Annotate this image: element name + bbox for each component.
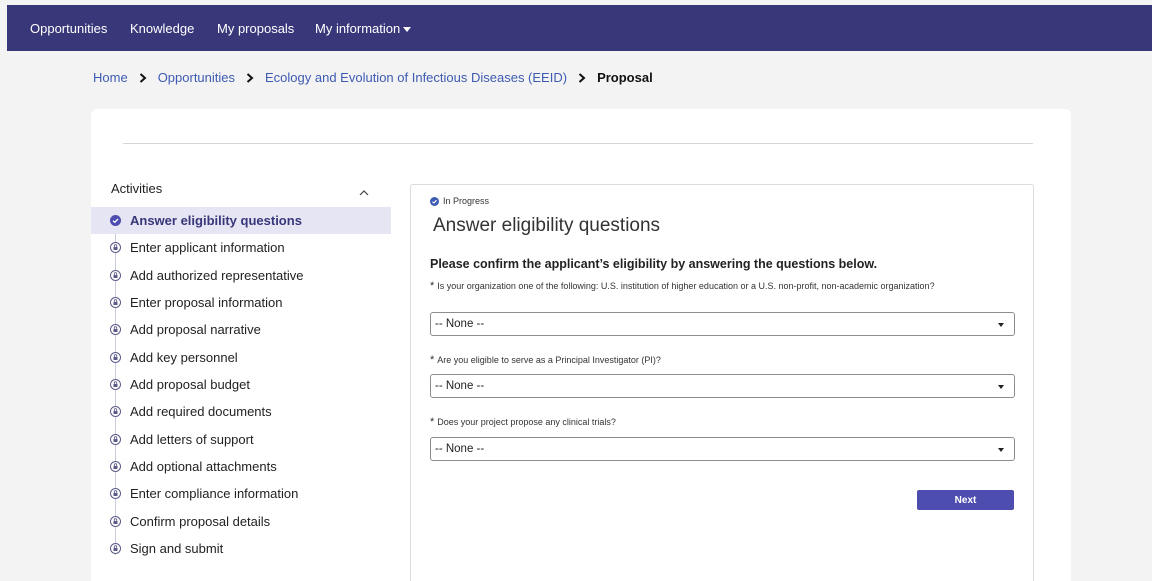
step-confirm-details[interactable]: Confirm proposal details bbox=[91, 508, 391, 535]
nav-my-information-label: My information bbox=[315, 21, 401, 36]
step-label: Confirm proposal details bbox=[130, 513, 271, 529]
step-answer-eligibility[interactable]: Answer eligibility questions bbox=[91, 207, 391, 235]
step-label: Enter compliance information bbox=[130, 486, 299, 502]
step-authorized-representative[interactable]: Add authorized representative bbox=[91, 262, 391, 289]
divider bbox=[123, 143, 1033, 144]
breadcrumb-opportunities[interactable]: Opportunities bbox=[158, 70, 235, 85]
lock-icon bbox=[110, 242, 121, 254]
step-required-documents[interactable]: Add required documents bbox=[91, 398, 391, 425]
status-text: In Progress bbox=[443, 196, 490, 206]
step-label: Add proposal budget bbox=[130, 377, 250, 393]
step-label: Answer eligibility questions bbox=[130, 213, 302, 229]
organization-eligibility-select[interactable]: -- None -- bbox=[430, 312, 1015, 336]
step-label: Add optional attachments bbox=[130, 459, 277, 475]
question-text: Does your project propose any clinical t… bbox=[437, 417, 616, 427]
select-value: -- None -- bbox=[435, 443, 485, 455]
instructions-text: Please confirm the applicant’s eligibili… bbox=[430, 257, 878, 271]
breadcrumb: Home Opportunities Ecology and Evolution… bbox=[93, 70, 653, 85]
required-marker: * bbox=[430, 280, 435, 292]
chevron-up-icon[interactable] bbox=[359, 183, 369, 201]
question-label: * Does your project propose any clinical … bbox=[430, 417, 990, 428]
step-label: Add proposal narrative bbox=[130, 322, 261, 338]
dropdown-arrow-icon bbox=[998, 323, 1004, 327]
nav-my-information[interactable]: My information bbox=[315, 21, 412, 36]
lock-icon bbox=[110, 543, 121, 555]
lock-icon bbox=[110, 324, 121, 336]
question-label: * Are you eligible to serve as a Principa… bbox=[430, 355, 990, 366]
activities-heading: Activities bbox=[111, 181, 163, 196]
dropdown-arrow-icon bbox=[998, 448, 1004, 452]
breadcrumb-current: Proposal bbox=[597, 70, 653, 85]
step-proposal-budget[interactable]: Add proposal budget bbox=[91, 371, 391, 398]
step-key-personnel[interactable]: Add key personnel bbox=[91, 344, 391, 371]
required-marker: * bbox=[430, 416, 435, 428]
eligibility-panel: In Progress Answer eligibility questions… bbox=[410, 184, 1034, 581]
lock-icon bbox=[110, 488, 121, 500]
step-letters-of-support[interactable]: Add letters of support bbox=[91, 426, 391, 453]
lock-icon bbox=[110, 297, 121, 309]
select-value: -- None -- bbox=[435, 318, 485, 330]
select-value: -- None -- bbox=[435, 380, 485, 392]
breadcrumb-home[interactable]: Home bbox=[93, 70, 128, 85]
breadcrumb-eeid[interactable]: Ecology and Evolution of Infectious Dise… bbox=[265, 70, 567, 85]
chevron-right-icon bbox=[139, 72, 147, 83]
required-marker: * bbox=[430, 354, 435, 366]
in-progress-icon bbox=[430, 196, 439, 206]
nav-my-proposals[interactable]: My proposals bbox=[217, 21, 294, 36]
step-label: Add key personnel bbox=[130, 349, 238, 365]
step-proposal-narrative[interactable]: Add proposal narrative bbox=[91, 316, 391, 343]
step-proposal-information[interactable]: Enter proposal information bbox=[91, 289, 391, 316]
question-label: * Is your organization one of the followi… bbox=[430, 281, 990, 292]
check-circle-icon bbox=[110, 215, 121, 227]
step-optional-attachments[interactable]: Add optional attachments bbox=[91, 453, 391, 480]
pi-eligibility-select[interactable]: -- None -- bbox=[430, 374, 1015, 398]
next-button[interactable]: Next bbox=[917, 490, 1014, 510]
step-sign-and-submit[interactable]: Sign and submit bbox=[91, 535, 391, 562]
lock-icon bbox=[110, 515, 121, 527]
activities-list: Answer eligibility questions Enter appli… bbox=[91, 207, 391, 562]
lock-icon bbox=[110, 379, 121, 391]
dropdown-arrow-icon bbox=[998, 385, 1004, 389]
nav-knowledge[interactable]: Knowledge bbox=[130, 21, 194, 36]
clinical-trials-select[interactable]: -- None -- bbox=[430, 437, 1015, 461]
step-compliance-information[interactable]: Enter compliance information bbox=[91, 480, 391, 507]
lock-icon bbox=[110, 351, 121, 363]
lock-icon bbox=[110, 406, 121, 418]
step-label: Add letters of support bbox=[130, 431, 254, 447]
caret-down-icon bbox=[403, 27, 412, 33]
question-text: Is your organization one of the followin… bbox=[437, 281, 935, 291]
chevron-right-icon bbox=[578, 72, 586, 83]
step-label: Add authorized representative bbox=[130, 267, 304, 283]
step-label: Enter applicant information bbox=[130, 240, 285, 256]
proposal-card: Activities Answer eligibility questions … bbox=[91, 109, 1071, 581]
step-label: Sign and submit bbox=[130, 541, 224, 557]
lock-icon bbox=[110, 269, 121, 281]
step-label: Enter proposal information bbox=[130, 295, 283, 311]
question-text: Are you eligible to serve as a Principal… bbox=[437, 355, 661, 365]
lock-icon bbox=[110, 461, 121, 473]
step-label: Add required documents bbox=[130, 404, 272, 420]
nav-opportunities[interactable]: Opportunities bbox=[30, 21, 107, 36]
status-badge: In Progress bbox=[430, 196, 489, 206]
lock-icon bbox=[110, 433, 121, 445]
chevron-right-icon bbox=[246, 72, 254, 83]
step-applicant-information[interactable]: Enter applicant information bbox=[91, 234, 391, 261]
top-navigation-bar: Opportunities Knowledge My proposals My … bbox=[7, 5, 1152, 51]
page-title: Answer eligibility questions bbox=[433, 215, 661, 236]
